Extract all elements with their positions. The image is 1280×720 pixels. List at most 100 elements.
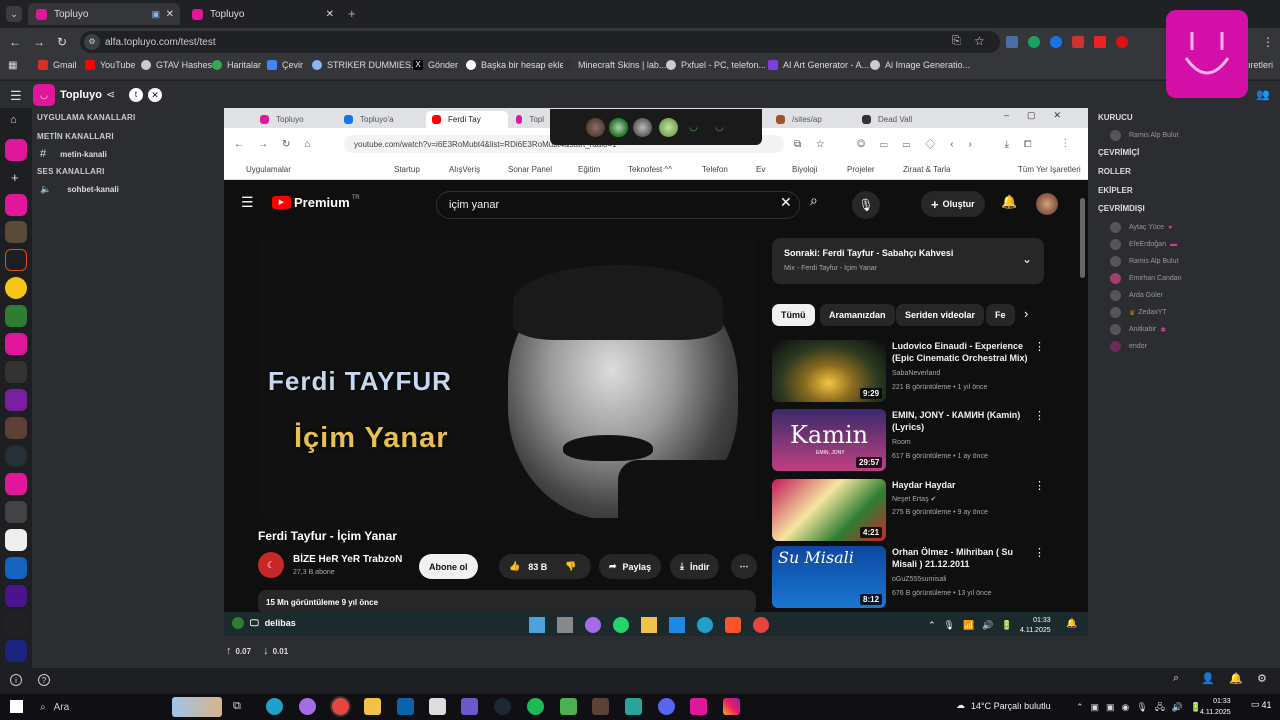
weather-widget[interactable]: ☁ 14°C Parçalı bulutlu <box>956 700 1051 711</box>
member-offline[interactable]: Aytaç Yüce ● <box>1110 222 1172 233</box>
chrome-icon[interactable] <box>332 698 349 715</box>
app-icon[interactable] <box>461 698 478 715</box>
bookmark-striker[interactable]: STRIKER DUMMIES... <box>312 60 419 70</box>
bookmark-ai-image[interactable]: Ai Image Generatio... <box>870 60 970 70</box>
menu-icon[interactable]: ⋮ <box>1262 35 1274 49</box>
tab-close-icon[interactable]: ✕ <box>326 9 334 20</box>
new-tab-button[interactable]: + <box>348 6 356 21</box>
server-icon[interactable] <box>5 194 27 216</box>
extension-icon[interactable] <box>1006 36 1018 48</box>
bell-icon[interactable]: 🔔 <box>1229 672 1243 685</box>
app-logo[interactable]: ◡ <box>33 84 55 106</box>
forward-icon[interactable]: → <box>33 35 45 49</box>
member-kurucu[interactable]: Ramis Alp Bulut <box>1110 130 1178 141</box>
server-icon[interactable] <box>5 221 27 243</box>
bookmark-translate[interactable]: Çevir <box>267 60 303 70</box>
bookmark-youtube[interactable]: YouTube <box>85 60 135 70</box>
install-icon[interactable]: ⎘ <box>952 35 961 48</box>
instagram-icon[interactable] <box>723 698 740 715</box>
server-icon[interactable] <box>5 445 27 467</box>
user-icon[interactable]: 👤 <box>1201 672 1215 685</box>
close-circle-icon[interactable]: ✕ <box>148 88 162 102</box>
home-icon[interactable]: ⌂ <box>10 114 17 126</box>
participant-avatar[interactable] <box>633 118 652 137</box>
app-icon[interactable] <box>625 698 642 715</box>
extension-icon[interactable] <box>1050 36 1062 48</box>
help-icon[interactable]: ? <box>38 674 50 686</box>
server-icon[interactable] <box>5 473 27 495</box>
bookmarks-overflow[interactable]: ıretleri <box>1248 60 1273 70</box>
server-icon[interactable] <box>5 613 27 635</box>
participant-avatar[interactable]: ◡ <box>684 118 703 137</box>
bookmark-google-account[interactable]: Başka bir hesap ekle <box>466 60 565 70</box>
bookmark-maps[interactable]: Haritalar <box>212 60 261 70</box>
tab-share-icon[interactable]: ▣ <box>151 9 160 20</box>
browser-tab-1[interactable]: Topluyo ▣ ✕ <box>28 3 180 25</box>
text-channels-header[interactable]: METİN KANALLARI <box>37 132 114 141</box>
discord-icon[interactable] <box>658 698 675 715</box>
participant-avatar[interactable] <box>586 118 605 137</box>
app-channels-header[interactable]: UYGULAMA KANALLARI <box>37 113 135 122</box>
participant-avatar[interactable]: ◡ <box>710 118 729 137</box>
start-icon[interactable] <box>10 700 23 713</box>
taskbar-search[interactable]: ⌕ Ara <box>32 696 222 718</box>
member-offline[interactable]: EfeErdoğan ▬ <box>1110 239 1177 250</box>
server-icon[interactable] <box>5 333 27 355</box>
server-icon[interactable] <box>5 557 27 579</box>
bookmark-pxfuel[interactable]: Pxfuel - PC, telefon... <box>666 60 766 70</box>
server-topluyo[interactable] <box>5 139 27 161</box>
hamburger-icon[interactable]: ☰ <box>10 88 22 104</box>
extension-icon[interactable] <box>1072 36 1084 48</box>
copilot-icon[interactable] <box>299 698 316 715</box>
screen-share-stream[interactable]: Topluyo Topluyo'a Ferdi Tay Topl /sites/… <box>224 108 1088 636</box>
settings-icon[interactable]: ⚙ <box>1257 672 1267 685</box>
bookmark-star-icon[interactable]: ☆ <box>974 34 985 48</box>
server-icon[interactable] <box>5 277 27 299</box>
edge-icon[interactable] <box>266 698 283 715</box>
twitter-icon[interactable]: t <box>129 88 143 102</box>
site-info-icon[interactable]: ⚙ <box>84 34 100 50</box>
member-offline[interactable]: endor <box>1110 341 1147 352</box>
channel-metin-kanali[interactable]: # metin-kanali <box>40 148 107 160</box>
url-bar[interactable]: ⚙ alfa.topluyo.com/test/test <box>80 31 1000 53</box>
bookmark-minecraft[interactable]: Minecraft Skins | lab... <box>563 60 666 70</box>
browser-tab-2[interactable]: Topluyo ✕ <box>184 3 340 25</box>
info-icon[interactable]: i <box>10 674 22 686</box>
voice-channels-header[interactable]: SES KANALLARI <box>37 167 105 176</box>
store-icon[interactable] <box>429 698 446 715</box>
member-offline[interactable]: Ramis Alp Bulut <box>1110 256 1178 267</box>
participant-avatar[interactable] <box>659 118 678 137</box>
apps-icon[interactable]: ▦ <box>8 60 17 71</box>
server-icon[interactable] <box>5 529 27 551</box>
channel-sohbet-kanali[interactable]: 🔈 sohbet-kanali <box>40 184 119 195</box>
user-avatar-large[interactable] <box>1166 10 1248 98</box>
server-icon[interactable] <box>5 305 27 327</box>
extension-icon[interactable] <box>1094 36 1106 48</box>
minecraft-icon[interactable] <box>560 698 577 715</box>
member-offline[interactable]: Arda Güler <box>1110 290 1163 301</box>
taskview-icon[interactable]: ⧉ <box>233 700 241 713</box>
teams-header[interactable]: EKİPLER <box>1098 186 1133 195</box>
tab-close-icon[interactable]: ✕ <box>166 9 174 20</box>
member-list-icon[interactable]: 👥 <box>1256 88 1270 101</box>
server-icon[interactable] <box>5 585 27 607</box>
server-icon[interactable] <box>5 361 27 383</box>
folder-icon[interactable] <box>364 698 381 715</box>
roles-header[interactable]: ROLLER <box>1098 167 1131 176</box>
member-offline[interactable]: Anitkabir ✱ <box>1110 324 1166 335</box>
back-icon[interactable]: ← <box>9 35 21 49</box>
share-icon[interactable]: ⋖ <box>106 88 115 101</box>
spotify-icon[interactable] <box>527 698 544 715</box>
server-icon[interactable] <box>5 389 27 411</box>
add-server-icon[interactable]: + <box>11 170 19 185</box>
server-icon[interactable] <box>5 640 27 662</box>
taskbar-clock[interactable]: 01:33 4.11.2025 <box>1200 696 1231 718</box>
tab-list-button[interactable]: ⌄ <box>6 6 22 22</box>
member-offline[interactable]: Emirhan Candan <box>1110 273 1182 284</box>
bookmark-x[interactable]: X Gönder <box>413 60 458 70</box>
extension-icon[interactable] <box>1028 36 1040 48</box>
reload-icon[interactable]: ↻ <box>57 35 67 49</box>
extension-icon[interactable] <box>1116 36 1128 48</box>
member-offline[interactable]: ♛ ZedaxYT <box>1110 307 1167 318</box>
topluyo-icon[interactable] <box>690 698 707 715</box>
